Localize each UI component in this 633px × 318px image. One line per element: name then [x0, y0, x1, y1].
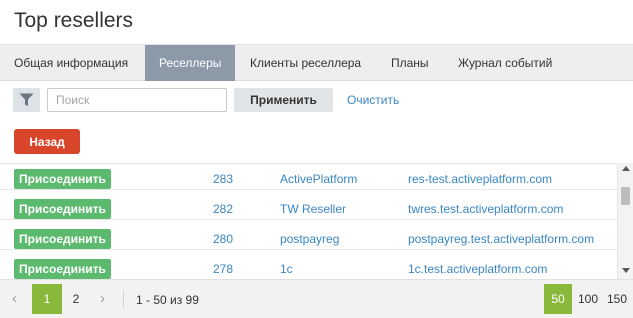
- table-row: Присоединить 282 TW Reseller twres.test.…: [0, 194, 618, 220]
- page-1-button[interactable]: 1: [32, 284, 62, 314]
- reseller-id-link[interactable]: 278: [213, 262, 233, 276]
- table-scrollbar[interactable]: [617, 163, 633, 279]
- apply-button[interactable]: Применить: [234, 88, 333, 112]
- pagination-summary: 1 - 50 из 99: [136, 293, 199, 307]
- tab-resellers[interactable]: Реселлеры: [145, 45, 236, 81]
- page-2-button[interactable]: 2: [61, 284, 91, 314]
- table-row: Присоединить 278 1c 1c.test.activeplatfo…: [0, 254, 618, 279]
- reseller-id-link[interactable]: 282: [213, 202, 233, 216]
- search-input[interactable]: [47, 88, 227, 112]
- tab-event-log[interactable]: Журнал событий: [444, 45, 566, 81]
- reseller-name-link[interactable]: 1c: [280, 262, 293, 276]
- clear-link[interactable]: Очистить: [347, 93, 399, 107]
- join-button[interactable]: Присоединить: [14, 199, 111, 219]
- join-button[interactable]: Присоединить: [14, 169, 111, 189]
- reseller-id-link[interactable]: 280: [213, 232, 233, 246]
- pager-divider: [123, 290, 124, 308]
- prev-page-icon[interactable]: ‹: [12, 290, 17, 307]
- per-page-150[interactable]: 150: [603, 284, 631, 314]
- filter-button[interactable]: [13, 88, 40, 112]
- next-page-icon[interactable]: ›: [100, 290, 105, 307]
- reseller-domain-link[interactable]: res-test.activeplatform.com: [408, 172, 552, 186]
- per-page-50[interactable]: 50: [544, 284, 572, 314]
- tab-plans[interactable]: Планы: [377, 45, 443, 81]
- reseller-domain-link[interactable]: twres.test.activeplatform.com: [408, 202, 563, 216]
- scroll-thumb[interactable]: [621, 187, 630, 205]
- tab-reseller-clients[interactable]: Клиенты реселлера: [236, 45, 375, 81]
- reseller-name-link[interactable]: postpayreg: [280, 232, 339, 246]
- table-row: Присоединить 283 ActivePlatform res-test…: [0, 164, 618, 190]
- table-row: Присоединить 280 postpayreg postpayreg.t…: [0, 224, 618, 250]
- reseller-name-link[interactable]: TW Reseller: [280, 202, 346, 216]
- join-button[interactable]: Присоединить: [14, 259, 111, 279]
- per-page-100[interactable]: 100: [574, 284, 602, 314]
- funnel-icon: [19, 93, 34, 106]
- tab-general-info[interactable]: Общая информация: [0, 45, 142, 81]
- page-title: Top resellers: [14, 9, 134, 32]
- pagination-bar: ‹ 1 2 › 1 - 50 из 99 50 100 150: [0, 279, 633, 318]
- back-button[interactable]: Назад: [14, 129, 80, 154]
- scroll-up-arrow-icon[interactable]: [622, 166, 630, 171]
- join-button[interactable]: Присоединить: [14, 229, 111, 249]
- reseller-domain-link[interactable]: postpayreg.test.activeplatform.com: [408, 232, 594, 246]
- resellers-table: Присоединить 283 ActivePlatform res-test…: [0, 163, 633, 279]
- reseller-id-link[interactable]: 283: [213, 172, 233, 186]
- tab-bar: Общая информация Реселлеры Клиенты ресел…: [0, 44, 633, 81]
- reseller-name-link[interactable]: ActivePlatform: [280, 172, 357, 186]
- scroll-down-arrow-icon[interactable]: [622, 268, 630, 273]
- reseller-domain-link[interactable]: 1c.test.activeplatform.com: [408, 262, 547, 276]
